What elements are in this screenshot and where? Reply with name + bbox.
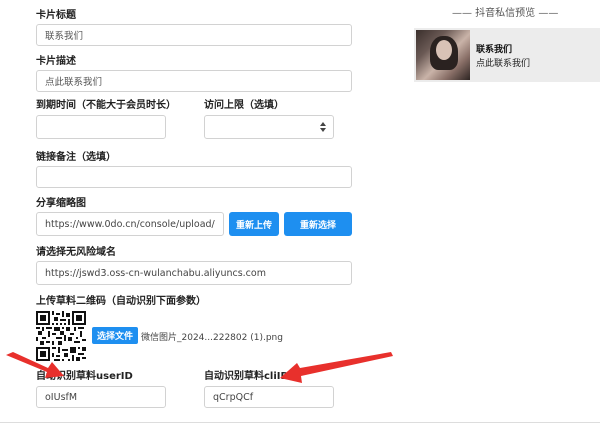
preview-title: —— 抖音私信预览 —— [452,8,559,19]
choose-file-button[interactable]: 选择文件 [92,327,138,344]
card-desc-input[interactable]: 点此联系我们 [36,70,352,92]
visit-limit-label: 访问上限（选填） [204,100,284,111]
cli-id-input[interactable]: qCrpQCf [204,386,334,408]
preview-card-desc: 点此联系我们 [476,59,531,69]
bottom-divider [0,422,600,423]
card-title-label: 卡片标题 [36,10,76,21]
preview-card-title: 联系我们 [476,45,513,55]
link-note-label: 链接备注（选填） [36,152,116,163]
user-id-label: 自动识别草料userID [36,371,133,382]
card-desc-label: 卡片描述 [36,56,76,67]
selected-file-name: 微信图片_2024...222802 (1).png [141,333,283,343]
user-id-input[interactable]: oIUsfM [36,386,166,408]
qr-upload-label: 上传草料二维码（自动识别下面参数） [36,296,206,307]
preview-thumbnail-image [416,30,470,80]
domain-label: 请选择无风险域名 [36,247,116,258]
preview-card: 联系我们 点此联系我们 [414,28,600,82]
number-stepper-icon[interactable] [319,121,327,133]
qr-code-image [36,311,86,361]
link-note-input[interactable] [36,166,352,188]
visit-limit-input[interactable] [204,115,334,139]
card-title-input[interactable]: 联系我们 [36,24,352,46]
cli-id-label: 自动识别草料cliID [204,371,289,382]
share-image-url-input[interactable]: https://www.0do.cn/console/upload/ [36,212,224,236]
domain-select[interactable]: https://jswd3.oss-cn-wulanchabu.aliyuncs… [36,261,352,285]
arrow-to-cli-id-icon [280,352,393,383]
share-image-label: 分享缩略图 [36,198,86,209]
expire-time-label: 到期时间（不能大于会员时长） [36,100,176,111]
reupload-button[interactable]: 重新上传 [229,212,279,236]
expire-time-input[interactable] [36,115,166,139]
reselect-button[interactable]: 重新选择 [284,212,352,236]
